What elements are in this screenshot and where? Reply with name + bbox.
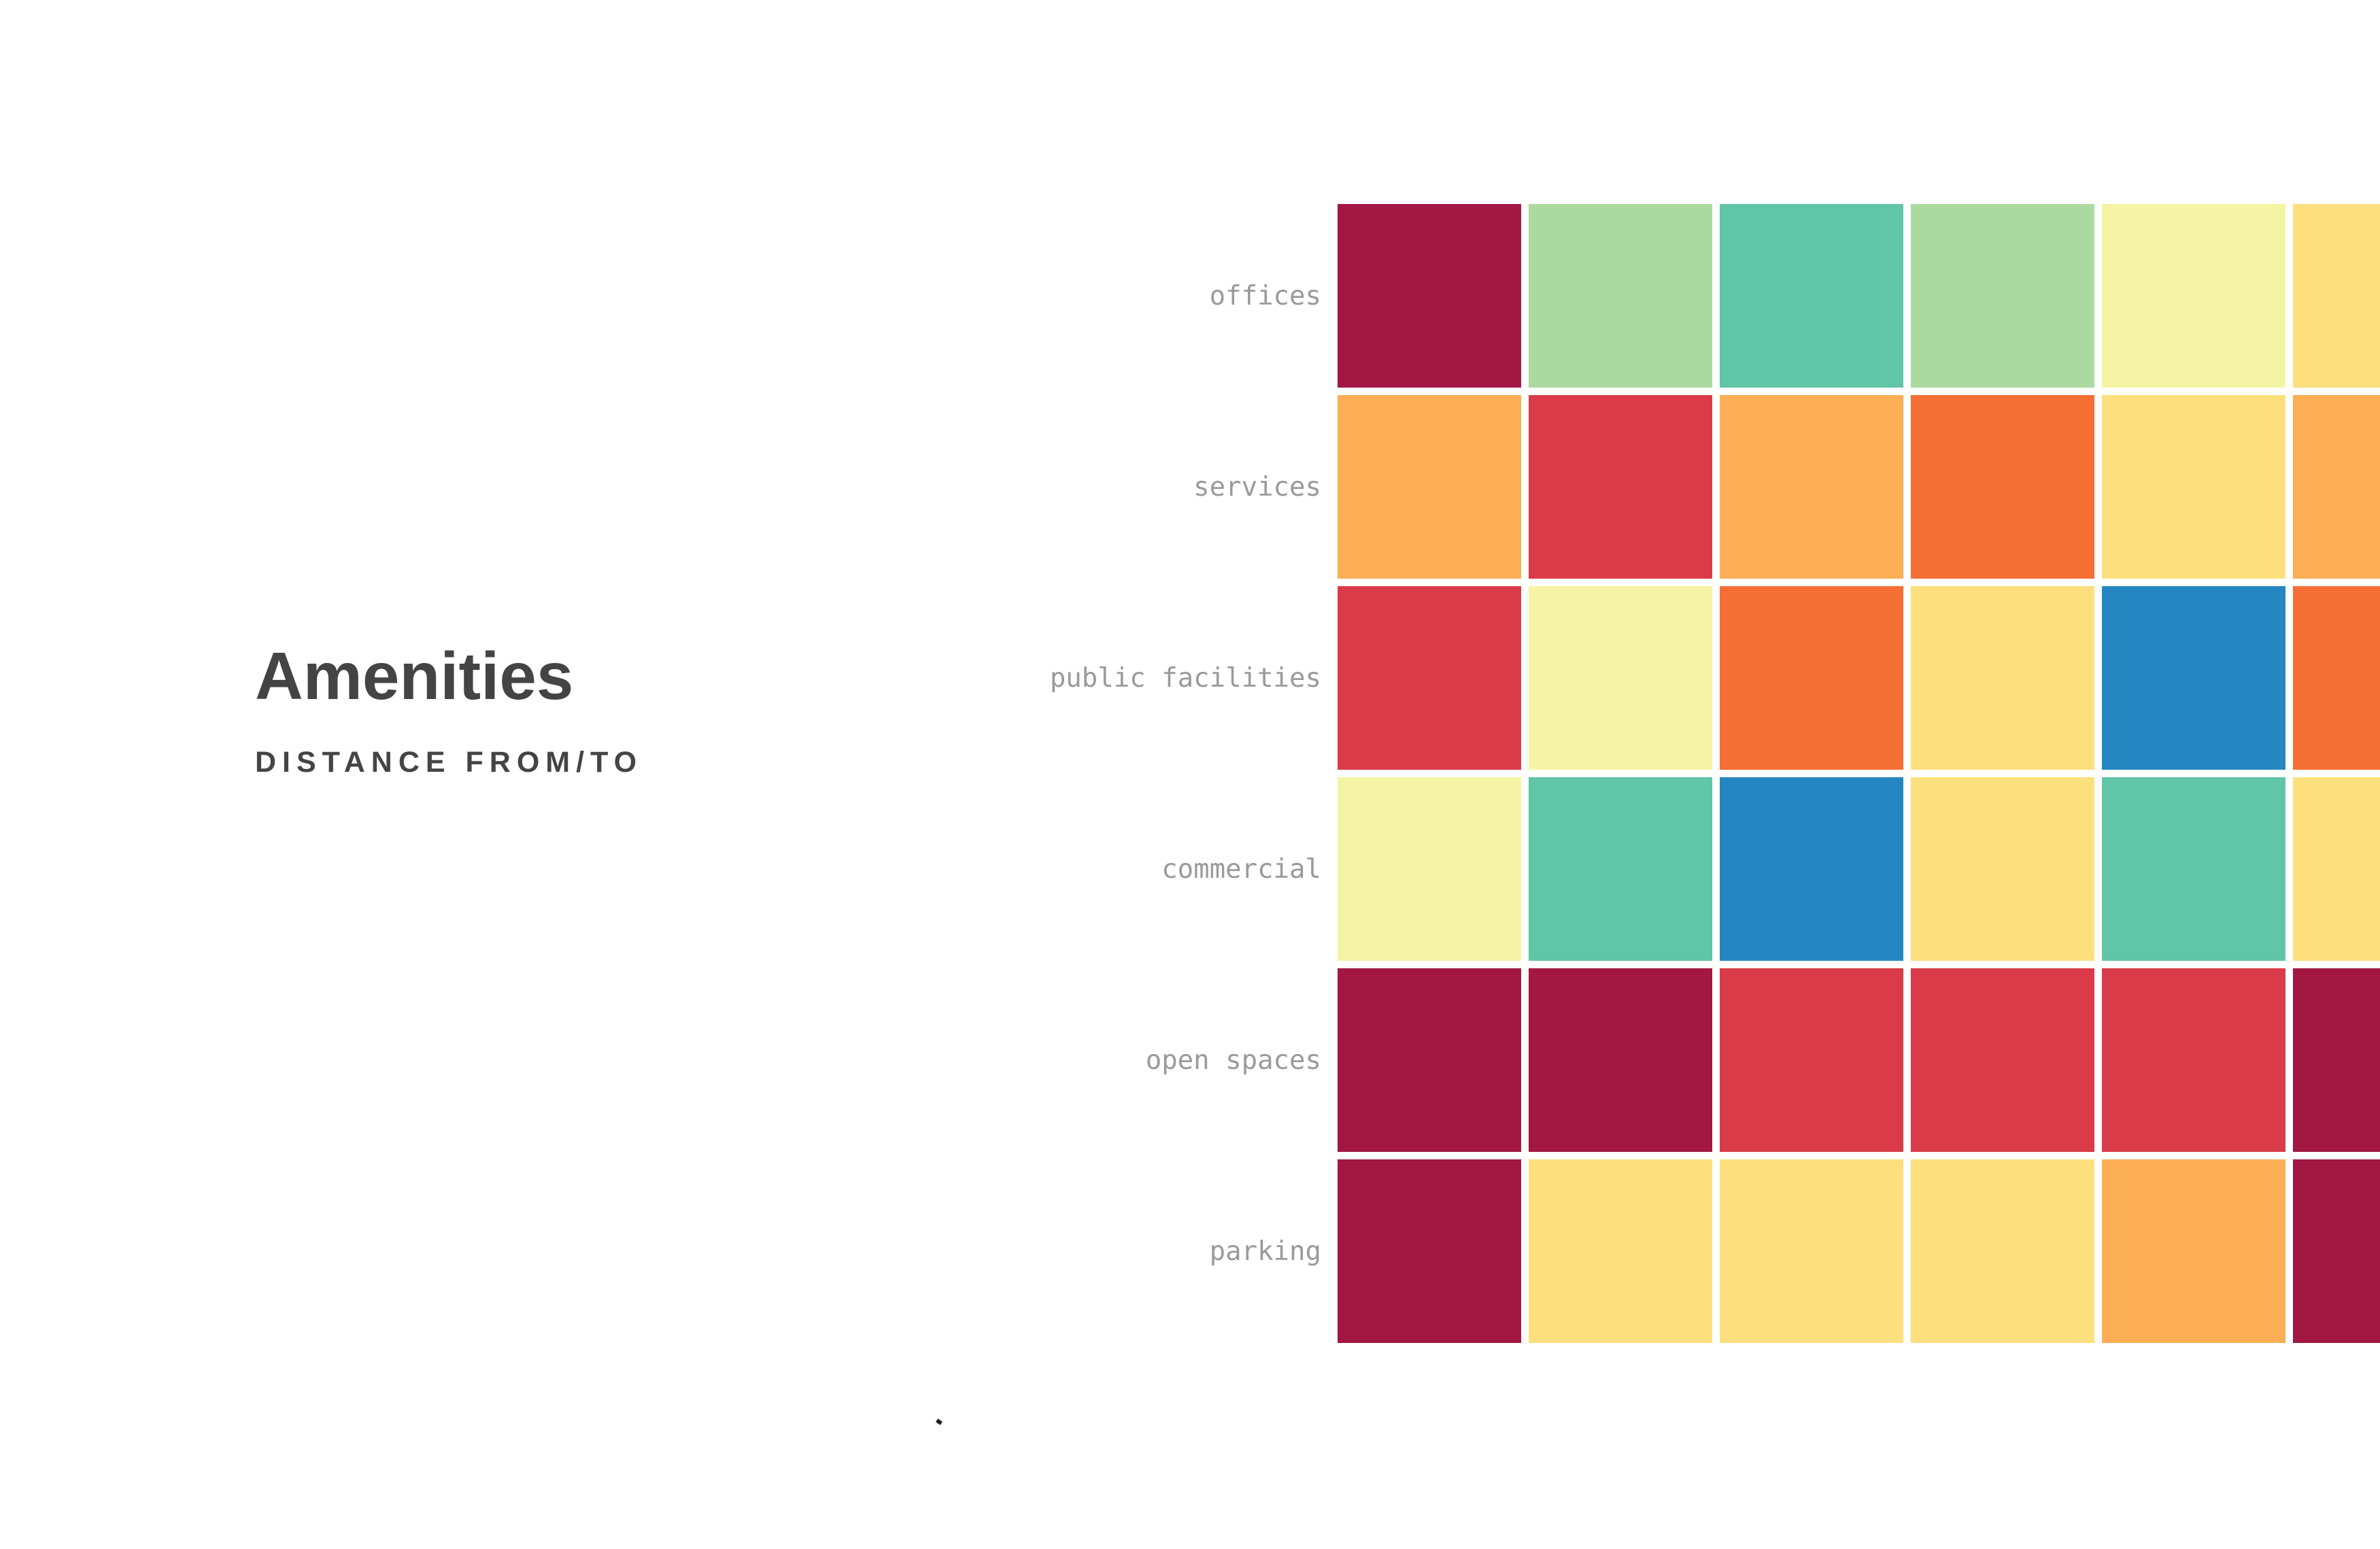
row-label-public-facilities: public facilities (1050, 663, 1321, 694)
heatmap-cell (1911, 1159, 2094, 1343)
heatmap-cell (2102, 1159, 2285, 1343)
heatmap-cell (2102, 204, 2285, 388)
heatmap-cell (1720, 395, 1903, 579)
heatmap-chart: offices services public facilities commerci… (1050, 204, 2380, 1343)
heatmap-cell (1529, 1159, 1712, 1343)
heatmap-cell (1529, 968, 1712, 1152)
row-label-services: services (1193, 472, 1321, 503)
heatmap-cell (1911, 968, 2094, 1152)
heatmap-cell (2293, 1159, 2380, 1343)
heatmap-cell (1720, 586, 1903, 770)
chart-canvas: Amenities DISTANCE FROM/TO offices servic… (0, 0, 2380, 1549)
heatmap-cell (1720, 968, 1903, 1152)
heatmap-cell (1720, 204, 1903, 388)
heatmap-cell (2293, 968, 2380, 1152)
heatmap-cell (1529, 586, 1712, 770)
row-label-parking: parking (1210, 1236, 1321, 1267)
heatmap-cell (2102, 968, 2285, 1152)
heatmap-cell (2293, 395, 2380, 579)
row-label-offices: offices (1210, 281, 1321, 311)
heatmap-cell (1338, 586, 1521, 770)
row-label-commercial: commercial (1161, 854, 1321, 885)
heatmap-cell (2293, 586, 2380, 770)
row-label-open-spaces: open spaces (1146, 1045, 1321, 1076)
heatmap-cell (1338, 395, 1521, 579)
heatmap-cell (1338, 1159, 1521, 1343)
heatmap-cell (2102, 395, 2285, 579)
heatmap-cell (1529, 204, 1712, 388)
heatmap-cell (1911, 395, 2094, 579)
heatmap-cell (2293, 777, 2380, 961)
heatmap-cell (1911, 586, 2094, 770)
heatmap-cell (2102, 777, 2285, 961)
heatmap-cell (1911, 204, 2094, 388)
heatmap-cell (1911, 777, 2094, 961)
heatmap-cell (1338, 204, 1521, 388)
heatmap-cell (1529, 395, 1712, 579)
heatmap-cell (1338, 968, 1521, 1152)
heatmap-cell (2293, 204, 2380, 388)
heatmap-cell (1720, 777, 1903, 961)
heatmap-cell (1338, 777, 1521, 961)
heatmap-cell (1529, 777, 1712, 961)
heatmap-cell (2102, 586, 2285, 770)
heatmap-cell (1720, 1159, 1903, 1343)
